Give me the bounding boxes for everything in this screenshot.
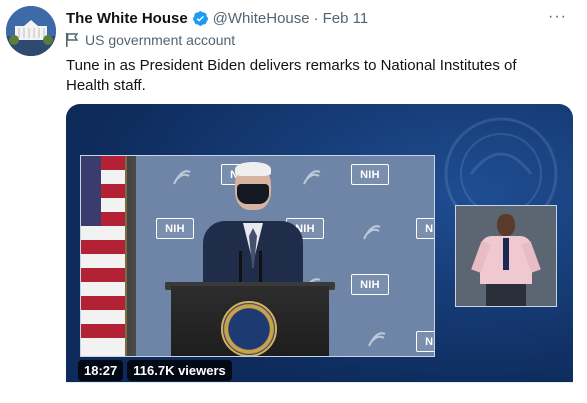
hhs-logo-icon [363, 225, 381, 240]
author-name[interactable]: The White House [66, 10, 188, 27]
sign-language-interpreter-feed [455, 205, 557, 307]
flag-icon [66, 33, 78, 47]
nih-logo: NIH [416, 218, 434, 239]
viewer-count: 116.7K viewers [127, 360, 232, 381]
hhs-logo-icon [173, 170, 191, 185]
nih-logo: NIH [416, 331, 434, 352]
government-account-label: US government account [66, 32, 235, 48]
interpreter-pants [486, 284, 526, 306]
live-video-media[interactable]: NIH NIH NIH NIH NIH NIH NIH [66, 104, 573, 403]
separator-dot: · [313, 9, 319, 27]
main-video-feed[interactable]: NIH NIH NIH NIH NIH NIH NIH [80, 155, 435, 357]
speaker-face-mask [237, 184, 269, 204]
avatar[interactable] [6, 6, 56, 56]
hhs-logo-icon [368, 332, 386, 347]
interpreter-tie [503, 238, 509, 270]
video-stats: 18:27 116.7K viewers [78, 360, 232, 381]
nih-logo: NIH [351, 274, 389, 295]
account-label-text: US government account [85, 32, 236, 48]
tweet-text: Tune in as President Biden delivers rema… [66, 57, 517, 94]
video-duration: 18:27 [78, 360, 124, 381]
white-house-avatar-image [6, 6, 56, 56]
interpreter-head [497, 214, 515, 236]
tweet-header: The White House @WhiteHouse · Feb 11 [66, 8, 368, 28]
presidential-seal-watermark [444, 117, 558, 214]
tweet-date[interactable]: Feb 11 [323, 10, 369, 27]
hhs-logo-icon [303, 170, 321, 185]
speaker-hair [235, 162, 271, 176]
author-handle[interactable]: @WhiteHouse [213, 10, 310, 27]
nih-logo: NIH [351, 164, 389, 185]
american-flag [81, 156, 127, 356]
verified-badge-icon [192, 10, 209, 27]
nih-logo: NIH [156, 218, 194, 239]
more-options-icon[interactable]: ··· [548, 8, 567, 26]
presidential-seal [221, 301, 277, 356]
media-footer [66, 382, 573, 403]
